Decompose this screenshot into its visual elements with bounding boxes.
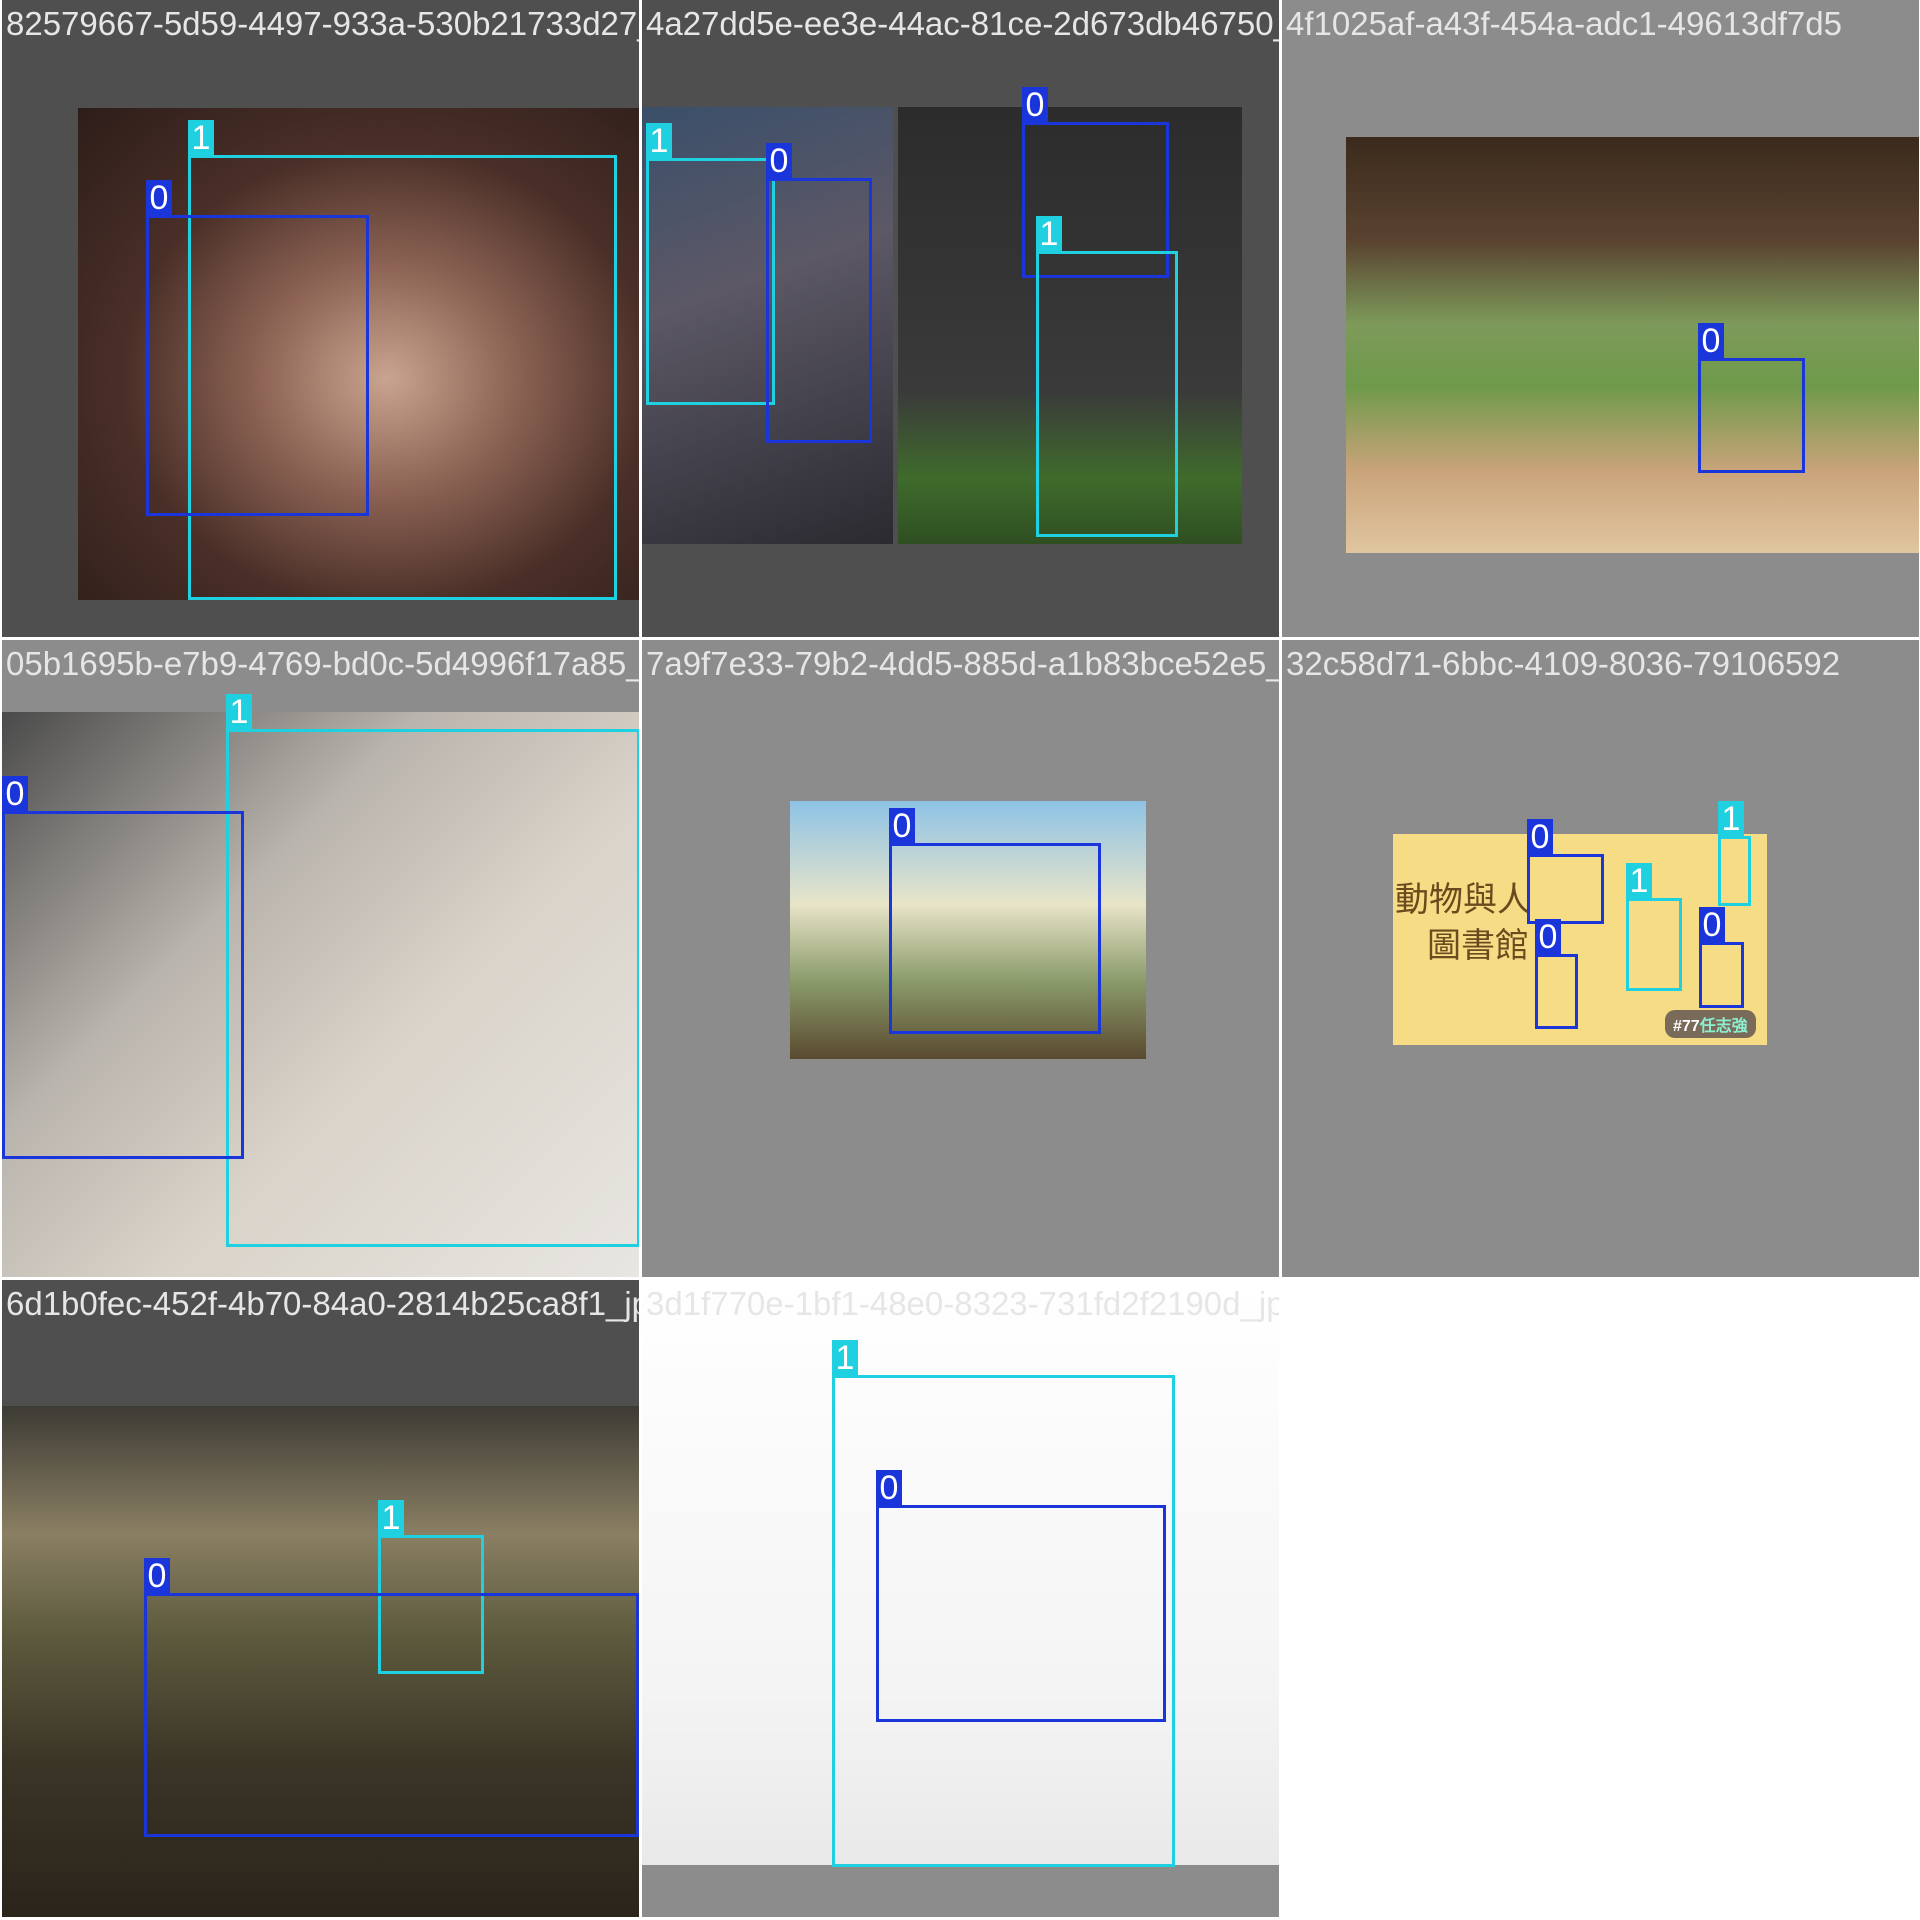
mosaic-tile: 1 0 05b1695b-e7b9-4769-bd0c-5d4996f17a85…	[2, 640, 639, 1277]
bbox-label: 0	[144, 1558, 170, 1594]
bbox-label: 1	[226, 694, 252, 730]
bbox-label: 1	[832, 1340, 858, 1376]
mosaic-tile: 1 0 0 1 4a27dd5e-ee3e-44ac-81ce-2d673db4…	[642, 0, 1279, 637]
bbox-label: 1	[1036, 216, 1062, 252]
tile-filename: 32c58d71-6bbc-4109-8036-79106592	[1286, 645, 1841, 682]
bbox-label: 0	[2, 776, 28, 812]
bbox-label: 1	[1718, 801, 1744, 837]
tile-filename: 7a9f7e33-79b2-4dd5-885d-a1b83bce52e5_jpg	[646, 645, 1279, 682]
bbox-label: 0	[1022, 87, 1048, 123]
bbox-class-0: 0	[889, 808, 1101, 1034]
tile-filename: 4f1025af-a43f-454a-adc1-49613df7d5	[1286, 5, 1842, 42]
bbox-label: 0	[1527, 819, 1553, 855]
bbox-label: 0	[1535, 919, 1561, 955]
bbox-class-1: 1	[1626, 863, 1682, 991]
poster-badge-number: #77	[1673, 1018, 1700, 1035]
bbox-class-0: 0	[876, 1470, 1166, 1722]
bbox-label: 0	[1698, 323, 1724, 359]
tile-filename: 4a27dd5e-ee3e-44ac-81ce-2d673db46750_jpg	[646, 5, 1279, 42]
bbox-label: 0	[889, 808, 915, 844]
mosaic-tile: 0 4f1025af-a43f-454a-adc1-49613df7d5	[1282, 0, 1919, 637]
bbox-label: 1	[1626, 863, 1652, 899]
mosaic-tile: 0 7a9f7e33-79b2-4dd5-885d-a1b83bce52e5_j…	[642, 640, 1279, 1277]
bbox-class-0: 0	[1527, 819, 1604, 924]
mosaic-tile: 1 0 3d1f770e-1bf1-48e0-8323-731fd2f2190d…	[642, 1280, 1279, 1917]
bbox-label: 1	[646, 123, 672, 159]
tile-filename: 6d1b0fec-452f-4b70-84a0-2814b25ca8f1_jpg	[6, 1285, 639, 1322]
poster-badge-name: 任志強	[1699, 1018, 1748, 1035]
bbox-label: 0	[876, 1470, 902, 1506]
bbox-class-1: 1	[1718, 801, 1751, 906]
mosaic-tile: 1 0 82579667-5d59-4497-933a-530b21733d27…	[2, 0, 639, 637]
poster-title-line2: 圖書館	[1427, 926, 1529, 966]
bbox-label: 1	[378, 1500, 404, 1536]
bbox-class-0: 0	[766, 143, 872, 443]
bbox-label: 0	[1699, 907, 1725, 943]
bbox-class-0: 0	[1698, 323, 1805, 473]
bbox-class-1: 1	[226, 694, 639, 1247]
mosaic-tile: 1 0 6d1b0fec-452f-4b70-84a0-2814b25ca8f1…	[2, 1280, 639, 1917]
tile-photo	[1346, 137, 1919, 553]
poster-title-line1: 動物與人	[1395, 880, 1531, 920]
mosaic-tile: 動物與人 圖書館 #77任志強 0 1 1 0 0 32c58d71-6bbc-…	[1282, 640, 1919, 1277]
bbox-class-1: 1	[646, 123, 775, 405]
tile-filename: 82579667-5d59-4497-933a-530b21733d27_jpg	[6, 5, 639, 42]
bbox-label: 1	[188, 120, 214, 156]
bbox-class-0: 0	[2, 776, 244, 1159]
bbox-class-1: 1	[1036, 216, 1178, 537]
tile-filename: 05b1695b-e7b9-4769-bd0c-5d4996f17a85_jpg	[6, 645, 639, 682]
poster-badge: #77任志強	[1665, 1010, 1756, 1038]
bbox-class-0: 0	[146, 180, 369, 516]
bbox-class-0: 0	[1699, 907, 1744, 1008]
bbox-class-0: 0	[1535, 919, 1578, 1029]
bbox-label: 0	[146, 180, 172, 216]
tile-filename: 3d1f770e-1bf1-48e0-8323-731fd2f2190d_jpg	[646, 1285, 1279, 1322]
bbox-class-0: 0	[144, 1558, 639, 1837]
mosaic-grid: 1 0 82579667-5d59-4497-933a-530b21733d27…	[0, 0, 1920, 1920]
bbox-label: 0	[766, 143, 792, 179]
